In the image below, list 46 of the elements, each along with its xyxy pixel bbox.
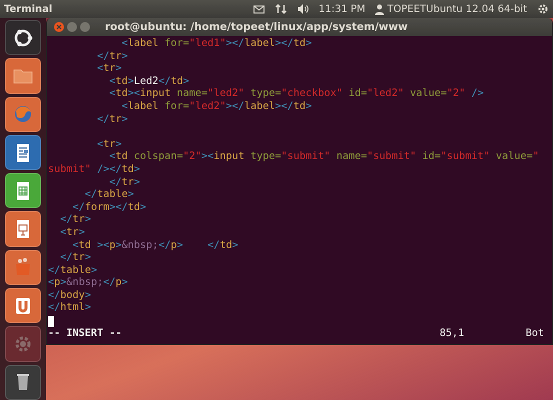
- code-line: </html>: [48, 302, 92, 316]
- presentation-launcher-tile[interactable]: [5, 211, 41, 247]
- network-arrows-icon: [274, 3, 287, 15]
- shopping-bag-launcher-tile[interactable]: [5, 250, 41, 286]
- code-line: <label for="led2"></label></td>: [120, 100, 313, 114]
- mode-indicator: -- INSERT --: [48, 327, 122, 342]
- code-line: <td colspan="2"><input type="submit" name="submit" id="submit" value=": [108, 151, 540, 164]
- code-line: <tr>: [59, 226, 86, 240]
- spreadsheet-launcher-tile[interactable]: [5, 173, 41, 208]
- gear-launcher-tile[interactable]: [5, 326, 41, 362]
- code-line: </tr>: [96, 114, 129, 126]
- code-line: </table>: [48, 264, 98, 277]
- code-line: </tr>: [59, 214, 92, 227]
- cursor-position: 85,1: [440, 327, 466, 342]
- speaker-icon: [296, 3, 309, 15]
- code-line: </tr>: [59, 252, 92, 265]
- code-line: <td ><p>&nbsp;</p> </td>: [72, 240, 240, 252]
- code-line: <td><input name="led2" type="checkbox" id="led2" value="2" />: [108, 88, 485, 101]
- ubuntu-logo-launcher-tile[interactable]: [5, 20, 41, 56]
- clock[interactable]: 11:31 PM: [318, 4, 366, 14]
- code-line: <p>&nbsp;</p>: [48, 277, 129, 290]
- folder-launcher-tile[interactable]: [5, 58, 41, 94]
- code-line: </tr>: [108, 176, 142, 189]
- code-line: <td>Led2</td>: [108, 76, 190, 88]
- user-name[interactable]: TOPEETUbuntu 12.04 64-bit: [387, 4, 527, 14]
- window-title: root@ubuntu: /home/topeet/linux/app/system/www: [105, 21, 408, 33]
- trash-launcher-tile[interactable]: [5, 364, 41, 400]
- close-icon: [56, 24, 62, 30]
- code-line: <tr>: [96, 63, 123, 76]
- settings-icon: [537, 3, 549, 15]
- code-line: submit" /></td>: [48, 164, 142, 177]
- code-line: </form></td>: [72, 202, 148, 214]
- app-title: Terminal: [4, 4, 52, 14]
- user-icon: [375, 4, 384, 14]
- document-launcher-tile[interactable]: [5, 134, 41, 170]
- close-button[interactable]: [54, 22, 64, 32]
- code-line: </table>: [84, 189, 135, 202]
- u-logo-launcher-tile[interactable]: [5, 288, 41, 324]
- code-line: </body>: [48, 290, 92, 302]
- code-line: </tr>: [96, 50, 129, 64]
- code-line: <label for="led1"></label></td>: [120, 38, 313, 51]
- mail-icon: [252, 3, 265, 15]
- scroll-position: Bot: [526, 327, 544, 342]
- text-cursor: [48, 316, 54, 328]
- code-line: <tr>: [96, 138, 123, 151]
- globe-launcher-tile[interactable]: [5, 96, 41, 132]
